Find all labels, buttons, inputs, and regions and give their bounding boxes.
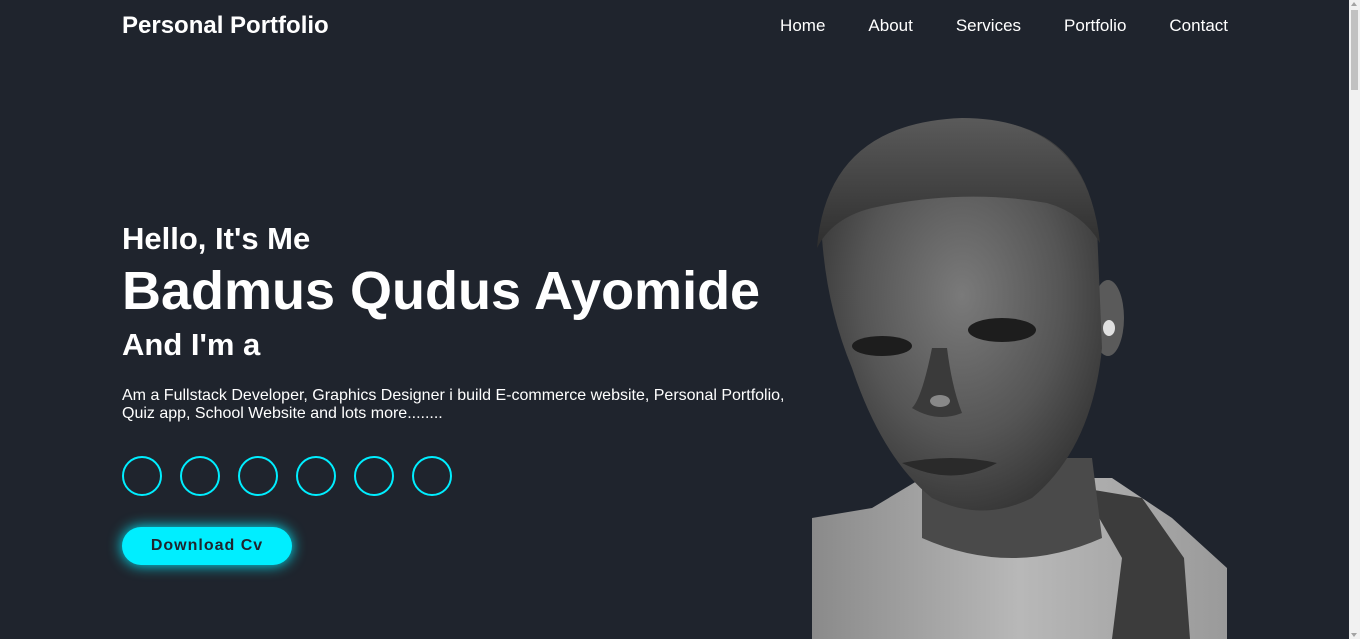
nav-about[interactable]: About [868, 16, 912, 36]
hero-role: And I'm a [122, 327, 261, 362]
site-header: Personal Portfolio Home About Services P… [0, 0, 1349, 52]
nav-portfolio[interactable]: Portfolio [1064, 16, 1126, 36]
scroll-down-icon[interactable] [1351, 633, 1357, 637]
social-icon-6[interactable] [412, 456, 452, 496]
nav-contact[interactable]: Contact [1169, 16, 1228, 36]
social-icon-3[interactable] [238, 456, 278, 496]
portfolio-page: Personal Portfolio Home About Services P… [0, 0, 1360, 639]
social-icon-1[interactable] [122, 456, 162, 496]
hero-content: Hello, It's Me Badmus Qudus Ayomide And … [122, 220, 802, 565]
scroll-up-icon[interactable] [1351, 2, 1357, 6]
page-scrollbar[interactable] [1349, 0, 1360, 639]
hero-description: Am a Fullstack Developer, Graphics Desig… [122, 387, 785, 422]
scroll-thumb[interactable] [1351, 10, 1358, 90]
hero-name: Badmus Qudus Ayomide [122, 261, 761, 321]
social-icon-2[interactable] [180, 456, 220, 496]
social-icon-5[interactable] [354, 456, 394, 496]
main-nav: Home About Services Portfolio Contact [737, 16, 1228, 36]
hero-greeting: Hello, It's Me [122, 221, 311, 256]
social-links [122, 456, 802, 496]
nav-home[interactable]: Home [780, 16, 825, 36]
nav-services[interactable]: Services [956, 16, 1021, 36]
profile-photo [812, 118, 1227, 639]
download-cv-button[interactable]: Download Cv [122, 527, 292, 565]
social-icon-4[interactable] [296, 456, 336, 496]
site-logo[interactable]: Personal Portfolio [122, 12, 329, 40]
